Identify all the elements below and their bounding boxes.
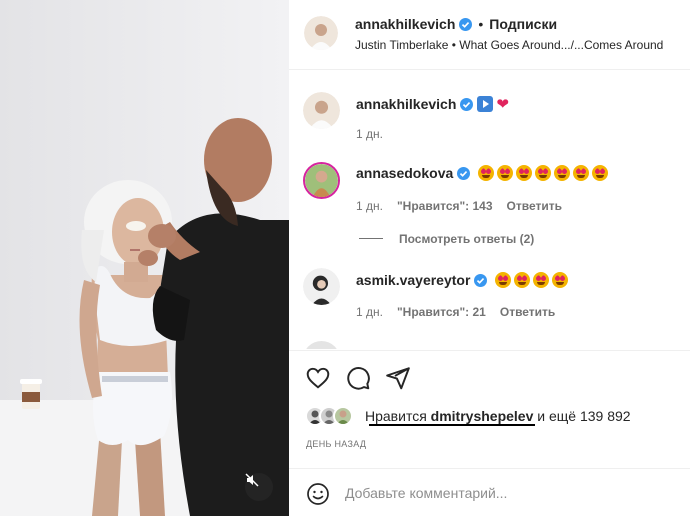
comment-time[interactable]: 1 дн. <box>356 305 383 319</box>
video-frame <box>0 0 289 516</box>
play-emoji-icon <box>477 96 494 112</box>
likes-prefix: Нравится <box>365 408 427 424</box>
commenter-username[interactable]: asmik.vayereytor <box>356 272 470 288</box>
likes-count[interactable]: и ещё 139 892 <box>537 408 630 424</box>
following-button[interactable]: Подписки <box>489 16 557 32</box>
reply-button[interactable]: Ответить <box>507 199 562 213</box>
heart-emoji-icon: ❤ <box>496 96 509 113</box>
star-struck-emoji-icon <box>497 165 514 181</box>
smile-icon[interactable] <box>306 482 330 506</box>
verified-icon <box>474 274 488 287</box>
comment-composer <box>289 468 690 516</box>
post-panel: annakhilkevich • Подписки Justin Timberlak… <box>289 0 690 516</box>
comment-likes[interactable]: "Нравится": 21 <box>397 305 486 319</box>
post-date[interactable]: ДЕНЬ НАЗАД <box>306 439 366 449</box>
verified-icon <box>460 98 474 111</box>
author-username[interactable]: annakhilkevich <box>355 16 455 32</box>
post-video[interactable] <box>0 0 289 516</box>
star-struck-emoji-icon <box>552 272 569 288</box>
star-struck-emoji-icon <box>592 165 609 181</box>
commenter-avatar[interactable] <box>303 268 340 305</box>
post-header: annakhilkevich • Подписки Justin Timberlak… <box>289 0 690 70</box>
star-struck-emoji-icon <box>516 165 533 181</box>
view-replies-label: Посмотреть ответы (2) <box>399 232 535 246</box>
comment-input[interactable] <box>345 481 645 505</box>
comment-likes[interactable]: "Нравится": 143 <box>397 199 493 213</box>
comment-time[interactable]: 1 дн. <box>356 127 383 141</box>
share-icon[interactable] <box>385 365 411 391</box>
commenter-username[interactable]: annasedokova <box>356 165 453 181</box>
comment-icon[interactable] <box>345 365 371 391</box>
audio-label[interactable]: Justin Timberlake • What Goes Around.../… <box>355 38 663 52</box>
emoji-group <box>478 165 611 181</box>
commenter-avatar[interactable] <box>303 92 340 129</box>
star-struck-emoji-icon <box>514 272 531 288</box>
commenter-avatar[interactable] <box>303 162 340 199</box>
star-struck-emoji-icon <box>495 272 512 288</box>
star-struck-emoji-icon <box>535 165 552 181</box>
comment-text: asmik.vayereytor <box>356 272 571 288</box>
author-avatar[interactable] <box>304 16 338 50</box>
liker-avatar <box>333 406 353 426</box>
star-struck-emoji-icon <box>554 165 571 181</box>
highlight-underline <box>369 424 535 426</box>
comment-time[interactable]: 1 дн. <box>356 199 383 213</box>
comment-meta: 1 дн. <box>356 127 397 141</box>
likes-summary[interactable]: Нравится dmitryshepelev и ещё 139 892 <box>365 408 631 424</box>
header-line: annakhilkevich • Подписки <box>355 16 557 32</box>
emoji-group <box>495 272 571 288</box>
comment-text: annasedokova <box>356 165 611 181</box>
liker-username[interactable]: dmitryshepelev <box>431 408 534 424</box>
commenter-avatar[interactable] <box>303 341 340 349</box>
verified-icon <box>459 18 473 31</box>
mute-button[interactable] <box>245 473 273 501</box>
comments-list[interactable]: annakhilkevich ❤ 1 дн. annasedokova 1 дн… <box>289 71 690 349</box>
comment-meta: 1 дн. "Нравится": 143 Ответить <box>356 199 562 213</box>
commenter-username[interactable]: annakhilkevich <box>356 96 456 112</box>
star-struck-emoji-icon <box>573 165 590 181</box>
star-struck-emoji-icon <box>533 272 550 288</box>
reply-button[interactable]: Ответить <box>500 305 555 319</box>
header-separator: • <box>478 16 484 32</box>
verified-icon <box>457 167 471 180</box>
heart-icon[interactable] <box>305 365 331 391</box>
mute-icon <box>245 473 259 487</box>
comment-text: annakhilkevich ❤ <box>356 95 509 113</box>
star-struck-emoji-icon <box>478 165 495 181</box>
post-actions: Нравится dmitryshepelev и ещё 139 892 ДЕ… <box>289 350 690 468</box>
view-replies-button[interactable]: Посмотреть ответы (2) <box>359 232 534 246</box>
replies-line <box>359 238 383 239</box>
comment-meta: 1 дн. "Нравится": 21 Ответить <box>356 305 555 319</box>
